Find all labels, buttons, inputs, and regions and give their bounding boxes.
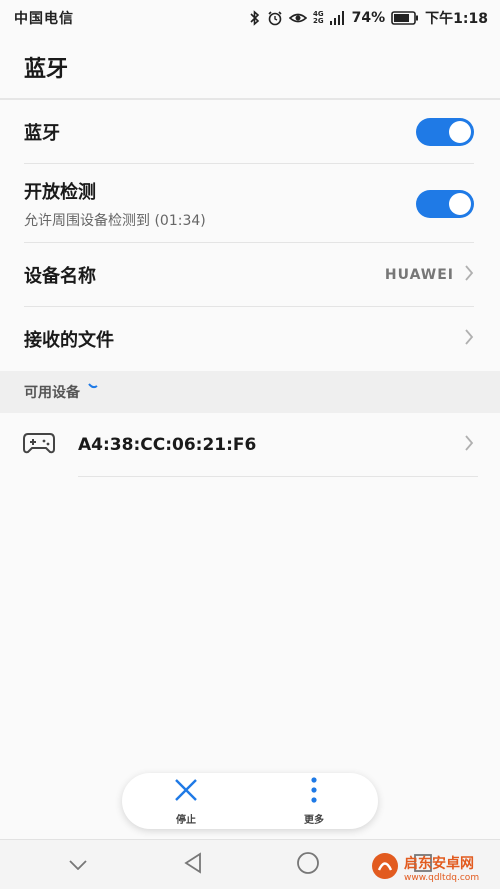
- chevron-right-icon: [464, 328, 474, 350]
- back-button[interactable]: [173, 845, 213, 885]
- page-title: 蓝牙: [24, 57, 69, 82]
- signal-icon: [329, 11, 346, 25]
- device-name-label: 设备名称: [24, 266, 96, 287]
- received-files-row[interactable]: 接收的文件: [0, 307, 500, 371]
- home-button[interactable]: [288, 845, 328, 885]
- eye-comfort-icon: [289, 11, 308, 25]
- available-devices-header: 可用设备: [0, 371, 500, 413]
- stop-label: 停止: [176, 814, 196, 826]
- alarm-icon: [267, 10, 283, 26]
- home-circle-icon: [296, 851, 320, 879]
- available-devices-label: 可用设备: [24, 385, 80, 401]
- device-name: A4:38:CC:06:21:F6: [78, 435, 257, 455]
- discoverable-row[interactable]: 开放检测 允许周围设备检测到 (01:34): [0, 164, 500, 243]
- received-files-label: 接收的文件: [24, 330, 114, 351]
- close-icon: [173, 777, 199, 807]
- status-icons: 4G 2G 74% 下午1:18: [249, 8, 488, 28]
- discoverable-subtitle: 允许周围设备检测到 (01:34): [24, 212, 206, 229]
- device-name-value: HUAWEI: [384, 267, 454, 283]
- battery-percent: 74%: [351, 10, 386, 26]
- divider: [78, 476, 478, 477]
- watermark-logo-icon: [370, 851, 400, 885]
- more-vertical-icon: [310, 776, 318, 807]
- bluetooth-icon: [249, 10, 261, 26]
- gamepad-icon: [22, 431, 56, 459]
- battery-icon: [391, 11, 419, 25]
- discoverable-toggle[interactable]: [416, 189, 474, 218]
- stop-button[interactable]: 停止: [146, 777, 226, 826]
- more-label: 更多: [304, 814, 324, 826]
- back-triangle-icon: [183, 851, 203, 878]
- bluetooth-toggle[interactable]: [416, 118, 474, 146]
- toggle-knob: [449, 192, 471, 215]
- clock-label: 下午1:18: [425, 11, 488, 27]
- site-watermark: 启东安卓网 www.qdltdq.com: [370, 848, 500, 888]
- discoverable-label: 开放检测: [24, 181, 96, 203]
- device-list-item[interactable]: A4:38:CC:06:21:F6: [0, 413, 500, 477]
- network-type: 4G 2G: [313, 11, 324, 25]
- scanning-spinner-icon: [88, 378, 98, 394]
- network-type-bottom: 2G: [313, 17, 324, 25]
- bluetooth-label: 蓝牙: [24, 123, 60, 144]
- page-header: 蓝牙: [0, 36, 500, 100]
- action-bar: 停止 更多: [122, 773, 378, 829]
- status-bar: 中国电信 4G 2G 74% 下午1:18: [0, 0, 500, 36]
- chevron-right-icon: [464, 264, 474, 286]
- bluetooth-row[interactable]: 蓝牙: [0, 100, 500, 164]
- chevron-down-icon: [68, 855, 87, 874]
- carrier-label: 中国电信: [14, 11, 74, 27]
- watermark-url: www.qdltdq.com: [404, 873, 480, 883]
- chevron-right-icon: [464, 434, 474, 456]
- watermark-text: 启东安卓网: [404, 856, 474, 872]
- settings-list: 蓝牙 开放检测 允许周围设备检测到 (01:34) 设备名称 HUAWEI 接收…: [0, 100, 500, 477]
- more-button[interactable]: 更多: [274, 776, 354, 826]
- device-name-row[interactable]: 设备名称 HUAWEI: [0, 243, 500, 307]
- hide-nav-button[interactable]: [58, 845, 98, 885]
- toggle-knob: [449, 121, 471, 143]
